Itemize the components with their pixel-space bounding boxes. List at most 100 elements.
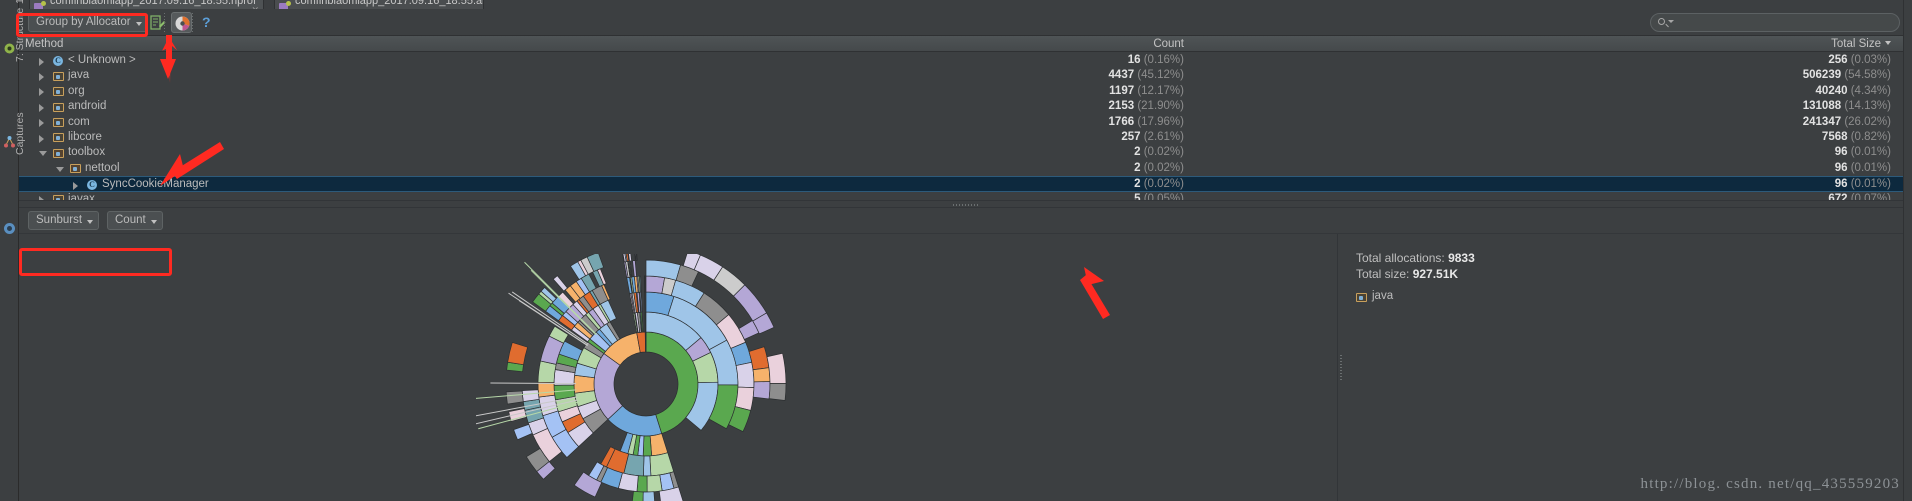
- close-icon[interactable]: ✕: [251, 2, 259, 9]
- sunburst-segment[interactable]: [513, 423, 533, 441]
- column-header-method[interactable]: Method: [25, 37, 63, 51]
- sunburst-thin-segment: [490, 382, 577, 385]
- sunburst-segment[interactable]: [642, 491, 655, 501]
- table-cell-total-size: 40240 (4.34%): [1815, 84, 1891, 97]
- chevron-down-icon: [150, 220, 157, 224]
- table-row[interactable]: com 1766 (17.96%) 241347 (26.02%): [19, 115, 1912, 130]
- table-cell-method-label: android: [68, 100, 107, 113]
- group-by-allocator-dropdown[interactable]: Group by Allocator: [28, 13, 148, 32]
- sunburst-segment[interactable]: [636, 475, 648, 493]
- chevron-down-icon[interactable]: [39, 151, 47, 157]
- sunburst-segment[interactable]: [573, 374, 595, 394]
- table-cell-method-label: libcore: [68, 130, 102, 143]
- chart-metric-dropdown[interactable]: Count: [107, 211, 163, 230]
- table-row[interactable]: org 1197 (12.17%) 40240 (4.34%): [19, 84, 1912, 99]
- chevron-right-icon[interactable]: [39, 88, 44, 97]
- table-cell-count: 2 (0.02%): [1134, 161, 1184, 174]
- column-header-total-size[interactable]: Total Size: [1619, 37, 1891, 51]
- annotation-arrow-synccookiemanager: [160, 142, 224, 186]
- chart-view-dropdown[interactable]: Sunburst: [28, 211, 100, 230]
- chevron-right-icon[interactable]: [39, 103, 44, 112]
- table-row[interactable]: libcore 257 (2.61%) 7568 (0.82%): [19, 130, 1912, 145]
- help-icon: ?: [202, 14, 211, 30]
- table-row[interactable]: android 2153 (21.90%) 131088 (14.13%): [19, 99, 1912, 114]
- table-row[interactable]: toolbox 2 (0.02%) 96 (0.01%): [19, 145, 1912, 160]
- sunburst-segment[interactable]: [643, 455, 652, 477]
- chevron-right-icon[interactable]: [39, 57, 44, 66]
- table-cell-total-size: 131088 (14.13%): [1802, 100, 1891, 113]
- help-button[interactable]: ?: [197, 12, 218, 33]
- table-row[interactable]: nettool 2 (0.02%) 96 (0.01%): [19, 161, 1912, 176]
- sunburst-segment[interactable]: [646, 474, 663, 493]
- package-icon: [1356, 293, 1367, 302]
- sunburst-segment[interactable]: [632, 260, 637, 278]
- chevron-down-icon: [1668, 20, 1674, 23]
- file-tab-hprof[interactable]: comfinbiaomiapp_2017.09.16_18.55.hprof ✕: [29, 0, 264, 9]
- total-allocations-label: Total allocations:: [1356, 251, 1449, 265]
- sunburst-segment[interactable]: [735, 361, 755, 388]
- chevron-down-icon: [87, 220, 94, 224]
- chart-toolbar: Sunburst Count: [19, 208, 1912, 232]
- chart-metric-label: Count: [115, 214, 146, 226]
- sunburst-segment[interactable]: [521, 389, 540, 403]
- sunburst-segment[interactable]: [752, 381, 771, 400]
- sort-desc-icon: [1885, 41, 1891, 45]
- total-allocations: Total allocations: 9833: [1356, 251, 1475, 265]
- chevron-right-icon[interactable]: [73, 181, 78, 190]
- sunburst-segment[interactable]: [768, 383, 787, 401]
- chevron-down-icon[interactable]: [56, 166, 64, 172]
- table-cell-count: 2153 (21.90%): [1108, 100, 1184, 113]
- pie-chart-icon: [175, 16, 190, 31]
- table-cell-method-label: java: [68, 69, 90, 82]
- table-cell-total-size: 256 (0.03%): [1828, 54, 1891, 66]
- sunburst-segment[interactable]: [642, 435, 653, 457]
- sunburst-chart[interactable]: [476, 254, 816, 501]
- table-row[interactable]: C < Unknown > 16 (0.16%) 256 (0.03%): [19, 53, 1912, 68]
- sunburst-segment[interactable]: [649, 433, 669, 457]
- sunburst-segment[interactable]: [766, 352, 787, 384]
- class-icon: C: [53, 56, 63, 66]
- table-cell-count: 1197 (12.17%): [1109, 84, 1184, 97]
- toolbar-separator-1: [164, 13, 165, 32]
- column-header-count[interactable]: Count: [1019, 37, 1184, 51]
- table-cell-total-size: 7568 (0.82%): [1821, 130, 1891, 143]
- show-chart-button[interactable]: [171, 12, 192, 33]
- chart-content: Total allocations: 9833 Total size: 927.…: [19, 233, 1912, 501]
- annotation-arrow-java-legend: [1080, 267, 1110, 319]
- right-tool-strip: Palette: [1903, 0, 1912, 501]
- sunburst-segment[interactable]: [632, 490, 644, 501]
- chart-view-label: Sunburst: [36, 214, 83, 226]
- allocations-table: Method Count Total Size C < Unknown > 16 (…: [19, 36, 1912, 200]
- table-cell-count: 16 (0.16%): [1127, 54, 1184, 66]
- table-row[interactable]: java 4437 (45.12%) 506239 (54.58%): [19, 68, 1912, 83]
- total-size: Total size: 927.51K: [1356, 267, 1458, 281]
- package-icon: [53, 133, 64, 143]
- total-size-value: 927.51K: [1412, 267, 1459, 281]
- sunburst-segment[interactable]: [752, 367, 771, 383]
- table-cell-total-size: 96 (0.01%): [1834, 146, 1891, 159]
- sunburst-segment[interactable]: [645, 275, 666, 294]
- horizontal-splitter[interactable]: [19, 200, 1912, 208]
- chevron-right-icon[interactable]: [39, 134, 44, 143]
- chevron-right-icon[interactable]: [39, 119, 44, 128]
- table-row[interactable]: C SyncCookieManager 2 (0.02%) 96 (0.01%): [19, 176, 1912, 192]
- sunburst-segment[interactable]: [507, 341, 529, 366]
- search-input[interactable]: [1650, 13, 1900, 32]
- sunburst-segment[interactable]: [537, 381, 556, 398]
- file-tab-bar: comfinbiaomiapp_2017.09.16_18.55.hprof ✕…: [19, 0, 1912, 9]
- file-tab-alloc[interactable]: comfinbiaomiapp_2017.09.16_18.55.alloc: [274, 0, 484, 9]
- sunburst-segment[interactable]: [537, 360, 557, 383]
- chevron-right-icon[interactable]: [39, 72, 44, 81]
- table-cell-method-label: toolbox: [68, 146, 106, 159]
- table-cell-count: 4437 (45.12%): [1108, 69, 1184, 82]
- sunburst-segment[interactable]: [552, 275, 568, 292]
- file-tab-alloc-label: comfinbiaomiapp_2017.09.16_18.55.alloc: [295, 0, 484, 7]
- table-row[interactable]: javax 5 (0.05%) 672 (0.07%): [19, 192, 1912, 200]
- table-cell-method-label: javax: [68, 192, 95, 200]
- sunburst-segment[interactable]: [649, 452, 675, 477]
- chart-panel: Sunburst Count Total allocations: 9833 T: [19, 208, 1912, 501]
- search-icon: [1658, 18, 1665, 25]
- class-icon: C: [87, 180, 97, 191]
- sunburst-segment[interactable]: [505, 390, 524, 405]
- chart-info-pane: Total allocations: 9833 Total size: 927.…: [1342, 234, 1912, 501]
